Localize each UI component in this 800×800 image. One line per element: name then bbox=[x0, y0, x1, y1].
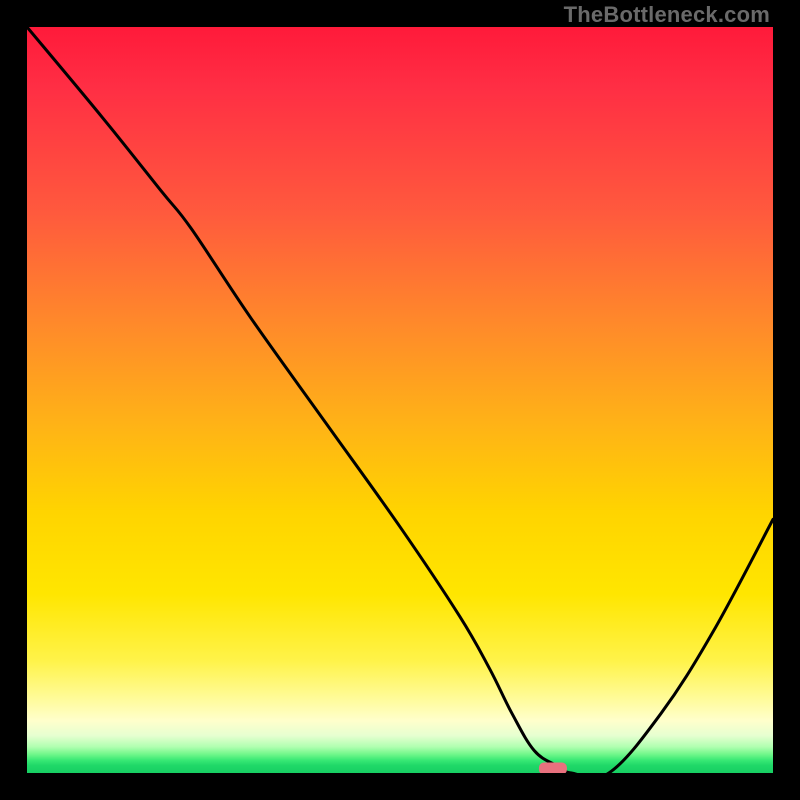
curve-layer bbox=[27, 27, 773, 773]
plot-area bbox=[27, 27, 773, 773]
watermark-text: TheBottleneck.com bbox=[564, 2, 770, 28]
optimal-point-marker bbox=[539, 763, 567, 773]
bottleneck-curve bbox=[27, 27, 773, 773]
chart-frame: TheBottleneck.com bbox=[0, 0, 800, 800]
